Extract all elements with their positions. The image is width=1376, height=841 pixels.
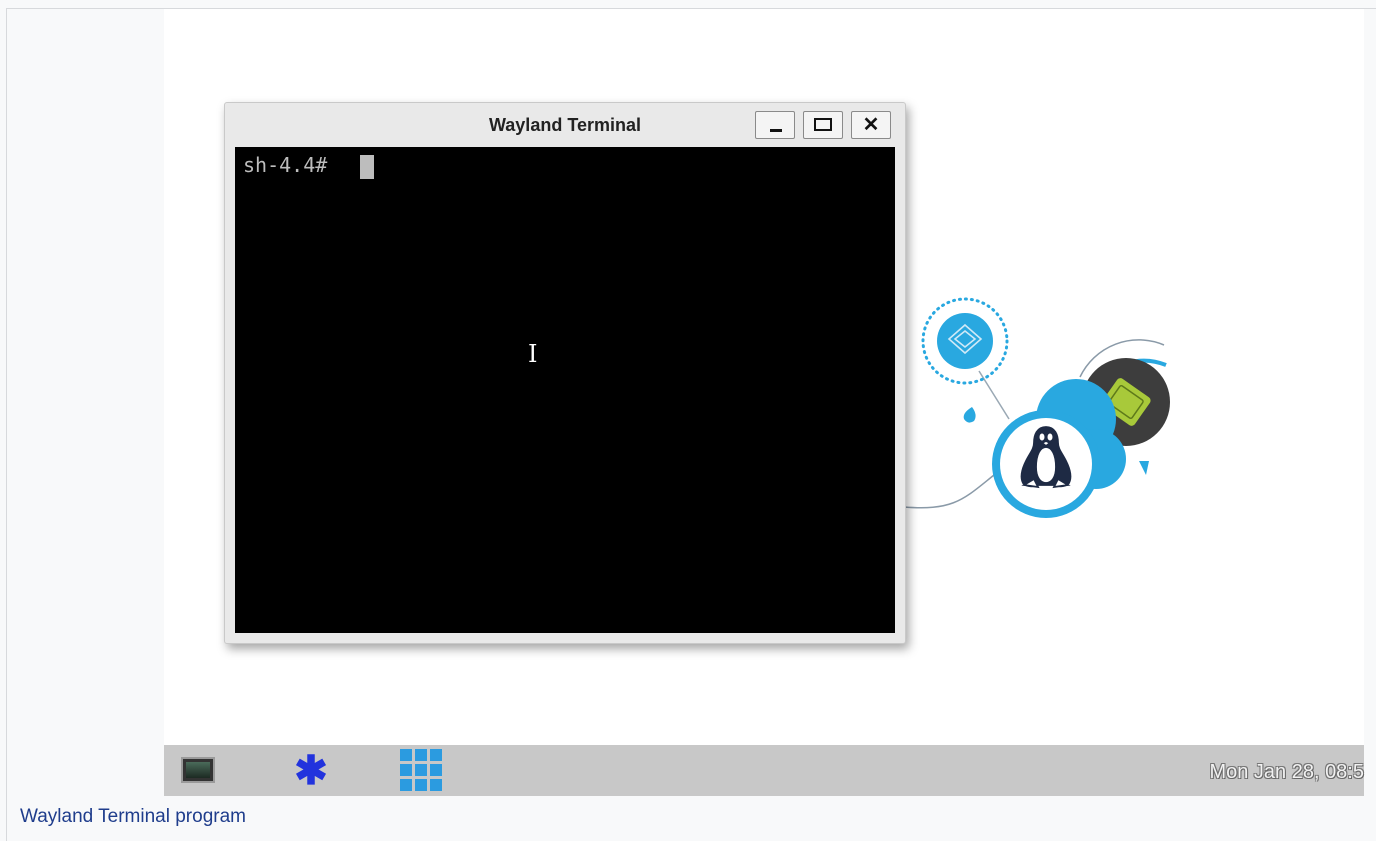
terminal-window[interactable]: Wayland Terminal ✕ sh-4.4# I [224,102,906,644]
window-title: Wayland Terminal [488,114,642,135]
connector-line [903,474,995,509]
text-cursor [360,155,374,179]
ibeam-pointer-icon: I [528,340,538,368]
close-button[interactable]: ✕ [851,111,891,139]
minimize-icon [770,129,782,132]
maximize-button[interactable] [803,111,843,139]
maximize-icon [814,118,832,131]
close-icon: ✕ [862,114,880,136]
connector-line [978,370,1010,420]
app-grid-icon[interactable] [400,749,442,791]
terminal-text-area[interactable]: sh-4.4# I [235,147,895,633]
asterisk-launcher-icon[interactable]: ✱ [291,751,331,791]
terminal-screen-icon [186,762,210,778]
triangle-shape [1139,461,1149,475]
minimize-button[interactable] [755,111,795,139]
drop-shape [963,407,976,423]
caption-link[interactable]: Wayland Terminal program [20,806,246,828]
taskbar: ✱ Mon Jan 28, 08:5 [164,745,1364,796]
shell-prompt: sh-4.4# [243,153,328,177]
desktop: Wayland Terminal ✕ sh-4.4# I [164,9,1364,745]
clock: Mon Jan 28, 08:5 [1209,761,1364,783]
terminal-launcher-icon[interactable] [181,757,215,783]
cube-node [937,313,993,369]
